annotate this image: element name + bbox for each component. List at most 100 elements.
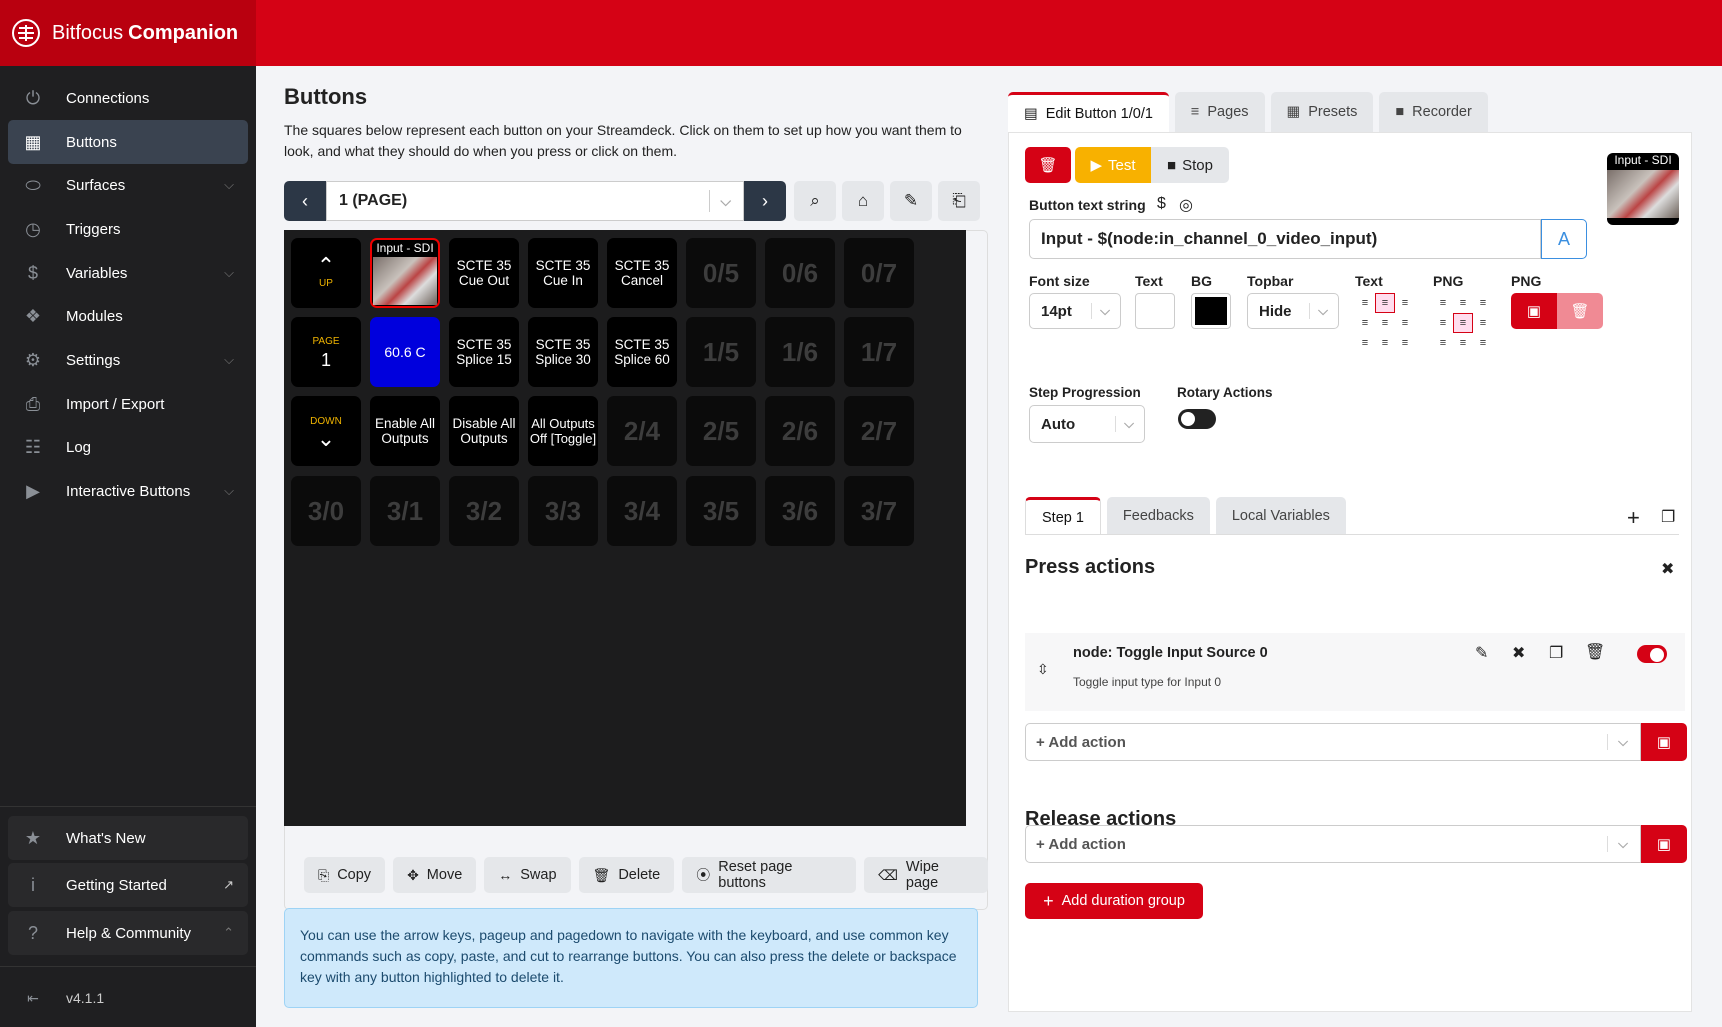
text-expression-toggle[interactable]: A [1541,219,1587,259]
delete-button-button[interactable]: 🗑 [1025,147,1071,183]
add-press-action-select[interactable]: + Add action ⌵ [1025,723,1641,761]
align-bottom-center-icon[interactable]: ≡ [1453,333,1473,353]
grid-key-empty[interactable]: 3/2 [449,476,519,546]
edit-page-button[interactable]: ✎ [890,181,932,221]
align-bottom-left-icon[interactable]: ≡ [1355,333,1375,353]
trash-icon[interactable]: 🗑 [1585,642,1605,662]
grid-key-empty[interactable]: 1/5 [686,317,756,387]
align-top-right-icon[interactable]: ≡ [1473,293,1493,313]
align-top-center-icon[interactable]: ≡ [1453,293,1473,313]
grid-key[interactable]: SCTE 35 Cancel [607,238,677,308]
grid-key-empty[interactable]: 2/6 [765,396,835,466]
reset-page-button[interactable]: ⦿ Reset page buttons [682,857,857,893]
page-select[interactable]: 1 (PAGE) ⌵ [326,181,744,221]
add-release-action-select[interactable]: + Add action ⌵ [1025,825,1641,863]
sidebar-item-help-community[interactable]: ? Help & Community ⌃ [8,911,248,955]
align-center-left-icon[interactable]: ≡ [1355,313,1375,333]
copy-button[interactable]: ⎘ Copy [304,857,386,893]
grid-key-empty[interactable]: 1/6 [765,317,835,387]
align-top-left-icon[interactable]: ≡ [1355,293,1375,313]
swap-button[interactable]: ↔ Swap [484,857,571,893]
sidebar-item-modules[interactable]: ❖ Modules [8,294,248,338]
png-alignment-grid[interactable]: ≡ ≡ ≡ ≡ ≡ ≡ ≡ ≡ ≡ [1433,293,1493,353]
add-duration-group-button[interactable]: + Add duration group [1025,883,1203,919]
grid-key-empty[interactable]: 2/7 [844,396,914,466]
clone-icon[interactable]: ❐ [1549,643,1563,663]
grid-key-empty[interactable]: 0/5 [686,238,756,308]
sidebar-item-whats-new[interactable]: ★ What's New [8,816,248,860]
search-button[interactable]: ⌕ [794,181,836,221]
topbar-select[interactable]: Hide ⌵ [1247,293,1339,329]
grid-key[interactable]: SCTE 35 Cue Out [449,238,519,308]
sidebar-item-import-export[interactable]: ⎙ Import / Export [8,382,248,426]
drag-handle-icon[interactable]: ⇳ [1037,661,1049,678]
grid-key-empty[interactable]: 0/6 [765,238,835,308]
align-center-icon[interactable]: ≡ [1453,313,1473,333]
bg-color-swatch[interactable] [1191,293,1231,329]
png-browse-button[interactable]: ▣ [1511,293,1557,329]
align-top-center-icon[interactable]: ≡ [1375,293,1395,313]
align-center-icon[interactable]: ≡ [1375,313,1395,333]
grid-key-page[interactable]: PAGE 1 [291,317,361,387]
home-button[interactable]: ⌂ [842,181,884,221]
browse-press-actions-button[interactable]: ▣ [1641,723,1687,761]
text-alignment-grid[interactable]: ≡ ≡ ≡ ≡ ≡ ≡ ≡ ≡ ≡ [1355,293,1415,353]
grid-key[interactable]: SCTE 35 Cue In [528,238,598,308]
prev-page-button[interactable]: ‹ [284,181,326,221]
tab-feedbacks[interactable]: Feedbacks [1106,497,1210,535]
stop-button[interactable]: ■ Stop [1151,147,1229,183]
collapse-sidebar-icon[interactable]: ⇤ [22,987,44,1009]
test-button[interactable]: ▶ Test [1075,147,1151,183]
sidebar-item-connections[interactable]: ⏻ Connections [8,76,248,120]
step-progression-select[interactable]: Auto ⌵ [1029,405,1145,443]
grid-key[interactable]: SCTE 35 Splice 15 [449,317,519,387]
png-clear-button[interactable]: 🗑 [1557,293,1603,329]
align-bottom-right-icon[interactable]: ≡ [1473,333,1493,353]
align-center-right-icon[interactable]: ≡ [1395,313,1415,333]
grid-key[interactable]: Enable All Outputs [370,396,440,466]
sidebar-item-interactive-buttons[interactable]: ▶ Interactive Buttons ⌵ [8,469,248,513]
dollar-icon[interactable]: $ [1157,195,1166,213]
sidebar-item-settings[interactable]: ⚙ Settings ⌵ [8,338,248,382]
grid-key-empty[interactable]: 3/6 [765,476,835,546]
grid-key[interactable]: SCTE 35 Splice 60 [607,317,677,387]
grid-key[interactable]: 60.6 C [370,317,440,387]
action-enabled-toggle[interactable] [1637,645,1667,663]
sidebar-item-triggers[interactable]: ◷ Triggers [8,207,248,251]
grid-key-empty[interactable]: 2/4 [607,396,677,466]
grid-key[interactable]: All Outputs Off [Toggle] [528,396,598,466]
font-size-select[interactable]: 14pt ⌵ [1029,293,1121,329]
brand[interactable]: Bitfocus Companion [0,0,256,66]
rotary-actions-toggle[interactable] [1178,409,1216,429]
grid-key[interactable]: SCTE 35 Splice 30 [528,317,598,387]
grid-key-empty[interactable]: 3/5 [686,476,756,546]
tab-pages[interactable]: ≡ Pages [1174,92,1265,132]
collapse-icon[interactable]: ✖ [1512,643,1525,663]
grid-key-empty[interactable]: 3/7 [844,476,914,546]
export-page-button[interactable]: ⎗ [938,181,980,221]
align-top-left-icon[interactable]: ≡ [1433,293,1453,313]
tab-step-1[interactable]: Step 1 [1025,497,1101,535]
sidebar-item-surfaces[interactable]: ⬭ Surfaces ⌵ [8,163,248,207]
align-bottom-left-icon[interactable]: ≡ [1433,333,1453,353]
grid-key-empty[interactable]: 3/0 [291,476,361,546]
wipe-page-button[interactable]: ⌫ Wipe page [864,857,988,893]
plus-icon[interactable]: + [1627,505,1640,531]
clone-icon[interactable]: ❐ [1661,507,1675,527]
grid-key-empty[interactable]: 3/4 [607,476,677,546]
tab-recorder[interactable]: ■ Recorder [1379,92,1488,132]
move-button[interactable]: ✥ Move [393,857,477,893]
sidebar-item-getting-started[interactable]: i Getting Started ↗ [8,863,248,907]
globe-icon[interactable]: ◎ [1179,195,1193,215]
align-top-right-icon[interactable]: ≡ [1395,293,1415,313]
sidebar-item-variables[interactable]: $ Variables ⌵ [8,251,248,295]
grid-key-empty[interactable]: 3/3 [528,476,598,546]
grid-key-image[interactable]: Input - SDI [370,238,440,308]
grid-key[interactable]: Disable All Outputs [449,396,519,466]
align-center-right-icon[interactable]: ≡ [1473,313,1493,333]
grid-key-empty[interactable]: 2/5 [686,396,756,466]
tab-local-variables[interactable]: Local Variables [1215,497,1346,535]
align-center-left-icon[interactable]: ≡ [1433,313,1453,333]
grid-key-down[interactable]: DOWN ⌄ [291,396,361,466]
grid-key-empty[interactable]: 3/1 [370,476,440,546]
